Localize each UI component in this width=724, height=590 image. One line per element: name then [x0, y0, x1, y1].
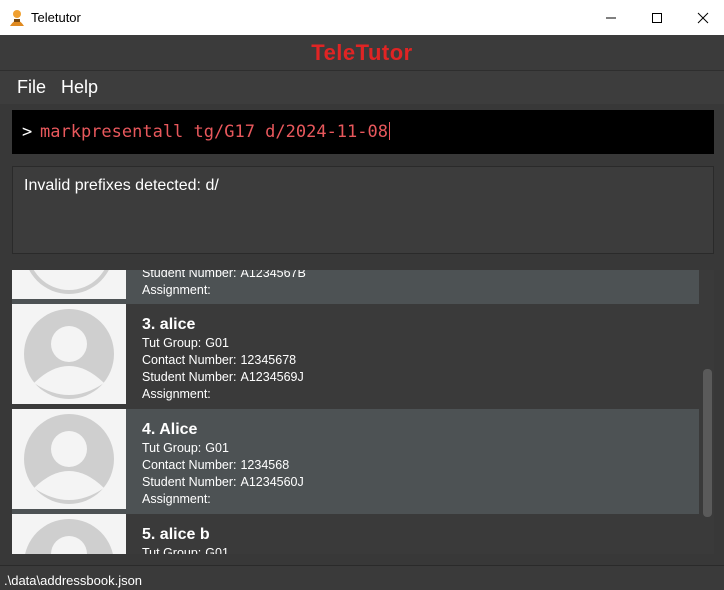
- app-header-title: TeleTutor: [311, 39, 413, 65]
- window-titlebar: Teletutor: [0, 0, 724, 35]
- app-header: TeleTutor: [0, 35, 724, 70]
- status-bar: .\data\addressbook.json: [0, 565, 724, 590]
- assignment-field: Assignment:: [142, 492, 211, 506]
- list-item[interactable]: 4. Alice Tut Group: G01 Contact Number: 12…: [12, 409, 699, 514]
- result-display: Invalid prefixes detected: d/: [12, 166, 714, 254]
- data-file-path: .\data\addressbook.json: [4, 573, 143, 588]
- list-item[interactable]: 5. alice b Tut Group: G01: [12, 514, 699, 554]
- command-input-value: markpresentall tg/G17 d/2024-11-08: [40, 122, 390, 142]
- maximize-icon: [652, 12, 662, 23]
- avatar: [12, 409, 126, 509]
- menu-help[interactable]: Help: [61, 77, 98, 98]
- list-item[interactable]: Student Number: A1234567B Assignment:: [12, 270, 699, 304]
- minimize-button[interactable]: [588, 0, 634, 35]
- tut-group-field: Tut Group: G01: [142, 441, 229, 455]
- list-scrollbar-thumb[interactable]: [703, 369, 712, 517]
- app-logo-icon: [10, 10, 24, 26]
- command-input[interactable]: > markpresentall tg/G17 d/2024-11-08: [12, 110, 714, 154]
- avatar: [12, 304, 126, 404]
- menu-file[interactable]: File: [17, 77, 46, 98]
- student-name: 5. alice b: [142, 526, 210, 543]
- contact-number-field: Contact Number: 1234568: [142, 458, 290, 472]
- default-profile-icon: [29, 270, 109, 294]
- student-number-field: Student Number: A1234567B: [142, 270, 306, 280]
- window-title: Teletutor: [31, 10, 81, 25]
- command-prompt: >: [22, 122, 33, 142]
- default-profile-icon: [25, 519, 113, 554]
- assignment-field: Assignment:: [142, 283, 211, 297]
- maximize-button[interactable]: [634, 0, 680, 35]
- default-profile-icon: [24, 414, 114, 504]
- student-name: 3. alice: [142, 316, 196, 333]
- contact-number-field: Contact Number: 12345678: [142, 353, 297, 367]
- avatar: [12, 514, 126, 554]
- list-item[interactable]: 3. alice Tut Group: G01 Contact Number: 12…: [12, 304, 699, 409]
- minimize-icon: [606, 17, 616, 18]
- default-profile-icon: [24, 309, 114, 399]
- avatar: [12, 270, 126, 299]
- result-message: Invalid prefixes detected: d/: [24, 177, 219, 194]
- tut-group-field: Tut Group: G01: [142, 336, 229, 350]
- student-number-field: Student Number: A1234569J: [142, 370, 304, 384]
- command-panel: > markpresentall tg/G17 d/2024-11-08: [0, 104, 724, 160]
- student-number-field: Student Number: A1234560J: [142, 475, 304, 489]
- student-name: 4. Alice: [142, 421, 198, 438]
- student-list[interactable]: Student Number: A1234567B Assignment: 3. …: [12, 270, 714, 554]
- close-icon: [697, 12, 709, 23]
- menu-bar: File Help: [0, 70, 724, 104]
- text-caret: [389, 122, 390, 140]
- tut-group-field: Tut Group: G01: [142, 546, 229, 554]
- close-button[interactable]: [680, 0, 724, 35]
- assignment-field: Assignment:: [142, 387, 211, 401]
